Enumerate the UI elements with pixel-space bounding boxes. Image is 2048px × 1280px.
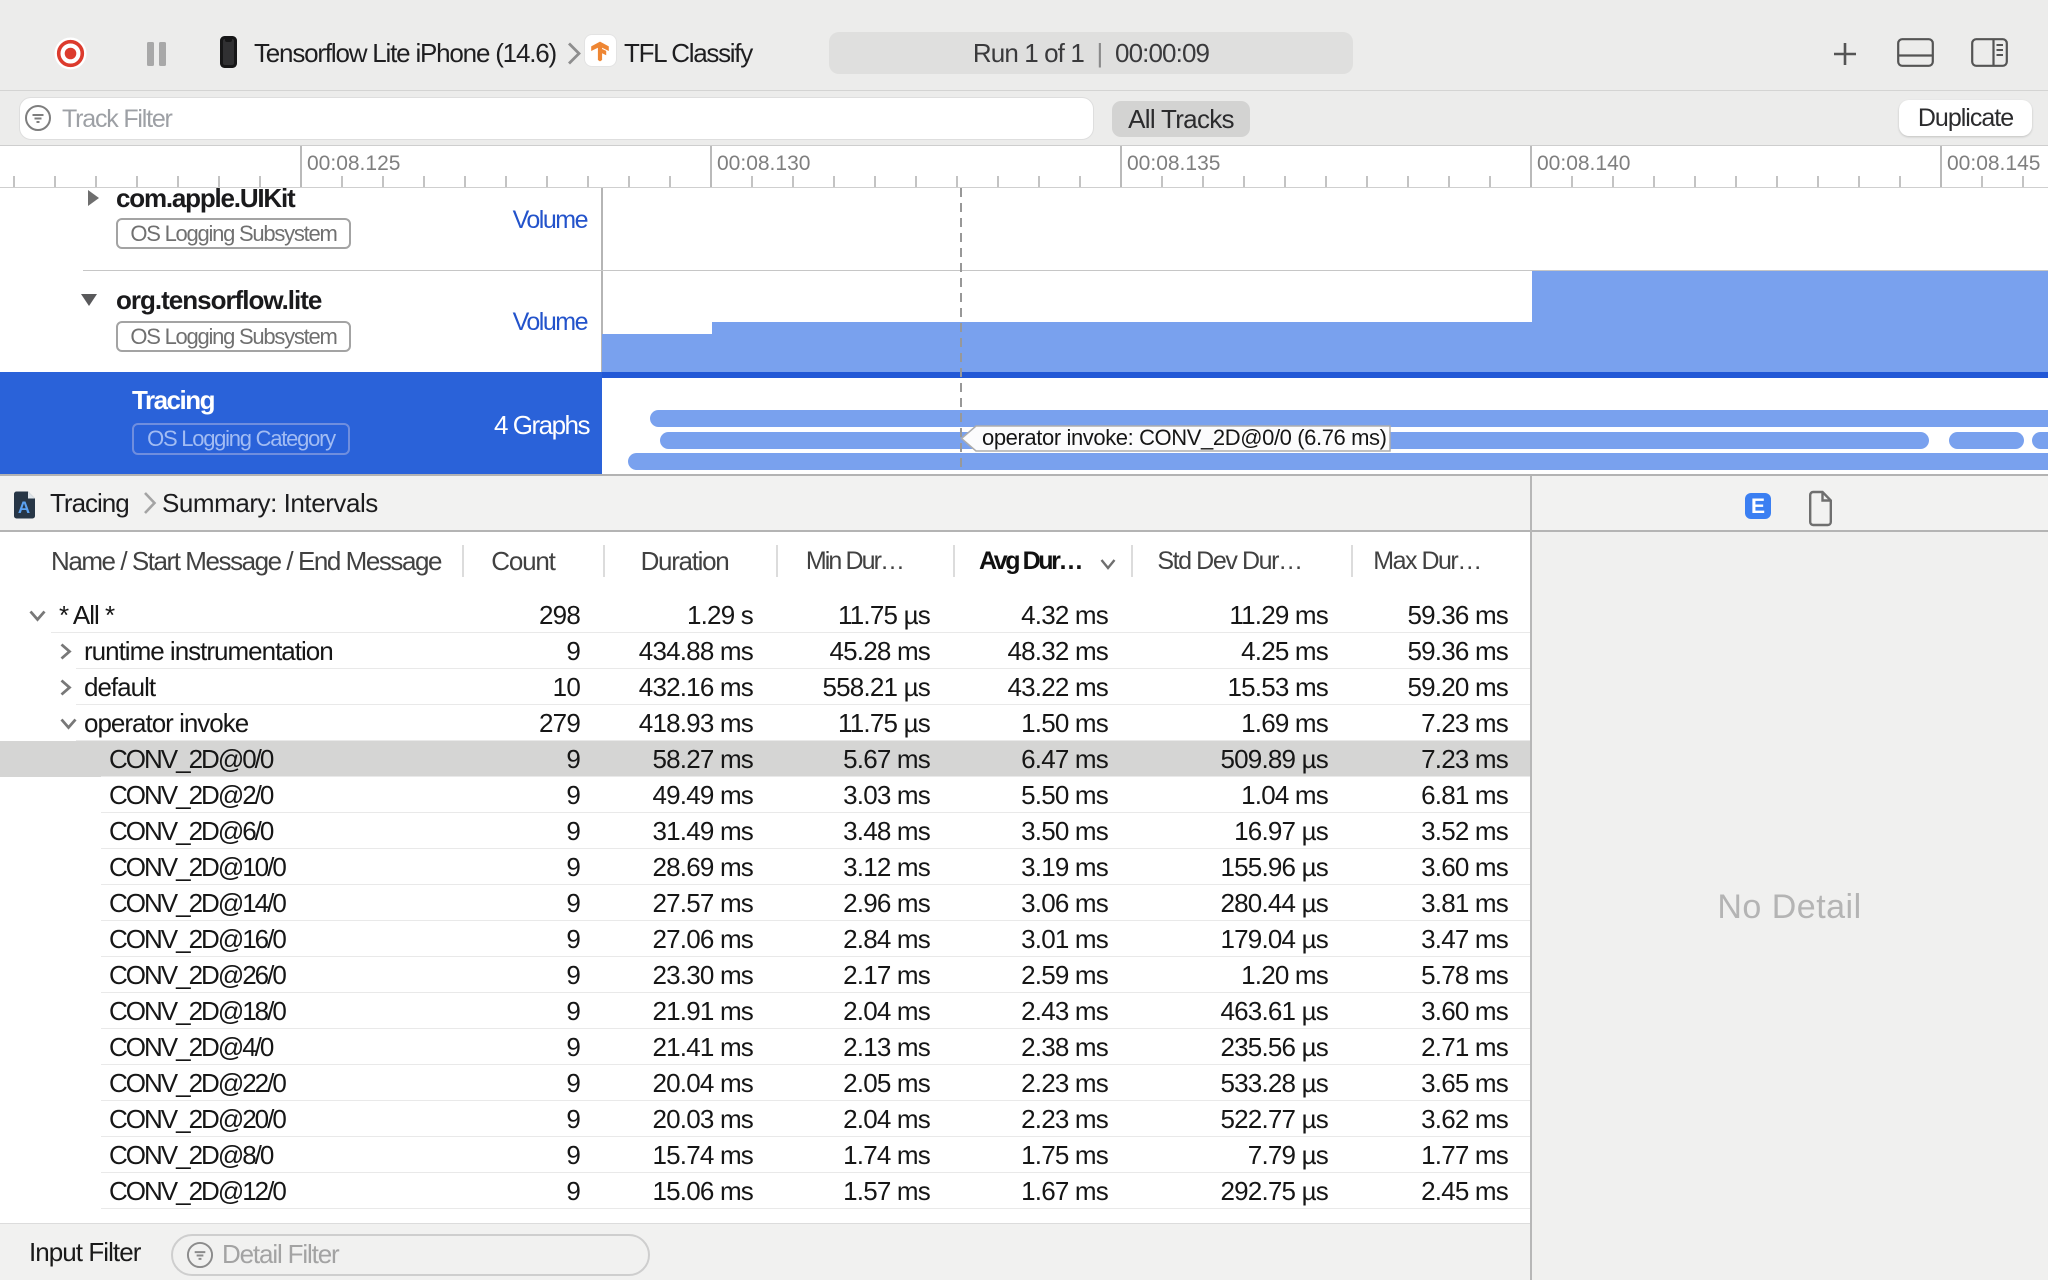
svg-text:A: A	[18, 498, 30, 517]
